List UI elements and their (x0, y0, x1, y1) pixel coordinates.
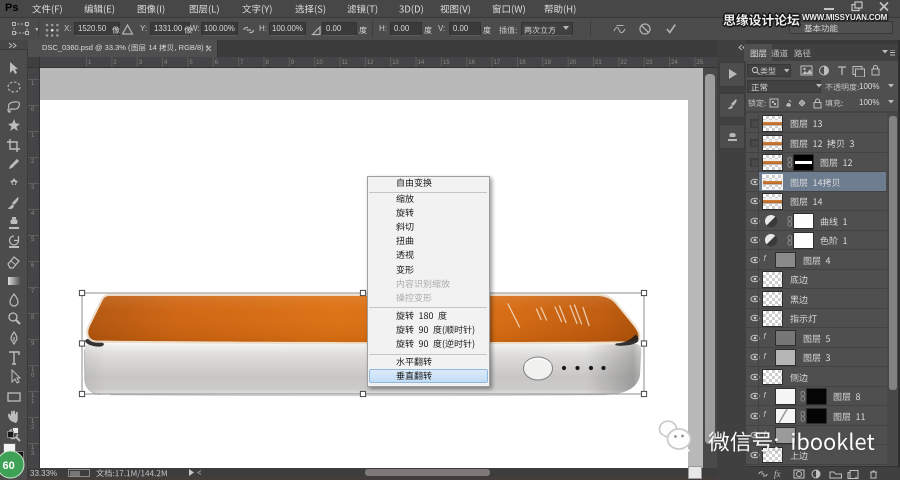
svg-text:fx: fx (774, 469, 781, 479)
svg-text:60: 60 (3, 460, 15, 472)
